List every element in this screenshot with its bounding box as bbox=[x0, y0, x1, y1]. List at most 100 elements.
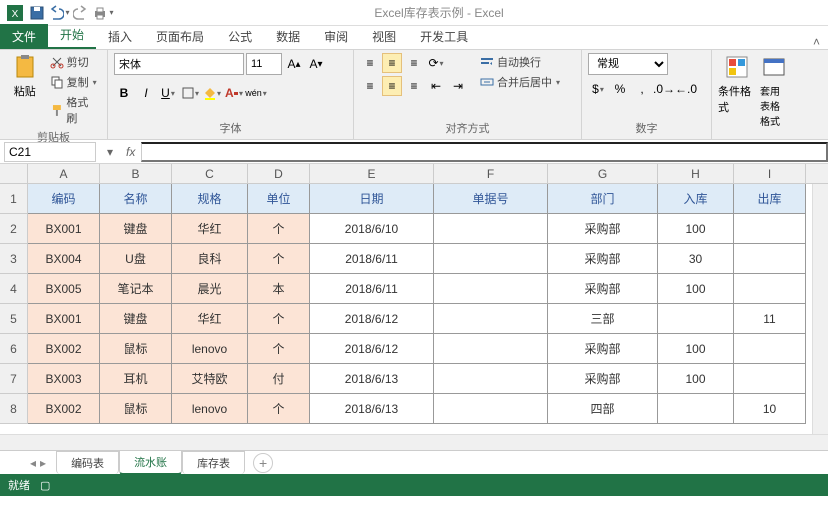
cell[interactable] bbox=[734, 364, 806, 394]
cell[interactable]: 10 bbox=[734, 394, 806, 424]
row-header[interactable]: 6 bbox=[0, 334, 28, 364]
cell[interactable] bbox=[734, 274, 806, 304]
cell[interactable]: 四部 bbox=[548, 394, 658, 424]
orientation-icon[interactable]: ⟳▾ bbox=[426, 53, 446, 73]
align-bottom-icon[interactable]: ≡ bbox=[404, 53, 424, 73]
tab-formulas[interactable]: 公式 bbox=[216, 24, 264, 49]
add-sheet-button[interactable]: + bbox=[253, 453, 273, 473]
cell[interactable]: 2018/6/12 bbox=[310, 334, 434, 364]
cell[interactable] bbox=[434, 274, 548, 304]
cell[interactable]: 键盘 bbox=[100, 214, 172, 244]
cell[interactable]: BX004 bbox=[28, 244, 100, 274]
redo-icon[interactable] bbox=[70, 2, 92, 24]
cell[interactable]: 100 bbox=[658, 334, 734, 364]
cell[interactable]: 良科 bbox=[172, 244, 248, 274]
cell[interactable]: BX001 bbox=[28, 304, 100, 334]
format-table-button[interactable]: 套用表格格式 bbox=[760, 53, 788, 128]
tab-review[interactable]: 审阅 bbox=[312, 24, 360, 49]
col-header-B[interactable]: B bbox=[100, 164, 172, 183]
sheet-tab-0[interactable]: 编码表 bbox=[56, 451, 119, 474]
cell[interactable] bbox=[434, 304, 548, 334]
cell[interactable]: lenovo bbox=[172, 334, 248, 364]
cell[interactable] bbox=[734, 334, 806, 364]
merge-center-button[interactable]: 合并后居中▾ bbox=[478, 73, 562, 91]
cell[interactable]: 采购部 bbox=[548, 274, 658, 304]
cell[interactable]: 2018/6/13 bbox=[310, 394, 434, 424]
tab-data[interactable]: 数据 bbox=[264, 24, 312, 49]
font-name-combo[interactable] bbox=[114, 53, 244, 75]
cell[interactable]: 个 bbox=[248, 244, 310, 274]
comma-icon[interactable]: , bbox=[632, 79, 652, 99]
cell[interactable]: 个 bbox=[248, 214, 310, 244]
row-header[interactable]: 8 bbox=[0, 394, 28, 424]
cell[interactable] bbox=[734, 244, 806, 274]
formula-bar[interactable] bbox=[141, 142, 828, 162]
cell[interactable] bbox=[658, 304, 734, 334]
cell[interactable] bbox=[434, 244, 548, 274]
cell[interactable]: 华红 bbox=[172, 214, 248, 244]
row-header[interactable]: 5 bbox=[0, 304, 28, 334]
row-header[interactable]: 3 bbox=[0, 244, 28, 274]
cell[interactable] bbox=[434, 214, 548, 244]
cell[interactable]: lenovo bbox=[172, 394, 248, 424]
font-size-combo[interactable] bbox=[246, 53, 282, 75]
cell[interactable]: 华红 bbox=[172, 304, 248, 334]
excel-icon[interactable]: X bbox=[4, 2, 26, 24]
horizontal-scrollbar[interactable] bbox=[0, 434, 828, 450]
cell[interactable]: U盘 bbox=[100, 244, 172, 274]
cell[interactable]: 单据号 bbox=[434, 184, 548, 214]
format-painter-button[interactable]: 格式刷 bbox=[48, 93, 101, 127]
col-header-F[interactable]: F bbox=[434, 164, 548, 183]
percent-icon[interactable]: % bbox=[610, 79, 630, 99]
sheet-nav-last-icon[interactable]: ▸ bbox=[40, 456, 46, 470]
decrease-font-icon[interactable]: A▾ bbox=[306, 54, 326, 74]
cell[interactable]: 2018/6/11 bbox=[310, 274, 434, 304]
cell[interactable]: 个 bbox=[248, 334, 310, 364]
align-top-icon[interactable]: ≡ bbox=[360, 53, 380, 73]
paste-button[interactable]: 粘贴 bbox=[6, 53, 44, 99]
cell[interactable]: 2018/6/10 bbox=[310, 214, 434, 244]
row-header[interactable]: 2 bbox=[0, 214, 28, 244]
col-header-A[interactable]: A bbox=[28, 164, 100, 183]
cell[interactable]: 30 bbox=[658, 244, 734, 274]
align-right-icon[interactable]: ≡ bbox=[404, 76, 424, 96]
collapse-ribbon-icon[interactable]: ˄ bbox=[805, 35, 828, 49]
cell[interactable]: 出库 bbox=[734, 184, 806, 214]
col-header-G[interactable]: G bbox=[548, 164, 658, 183]
col-header-I[interactable]: I bbox=[734, 164, 806, 183]
cell[interactable]: 11 bbox=[734, 304, 806, 334]
cell[interactable]: 键盘 bbox=[100, 304, 172, 334]
tab-home[interactable]: 开始 bbox=[48, 22, 96, 49]
cell[interactable]: 本 bbox=[248, 274, 310, 304]
align-middle-icon[interactable]: ≡ bbox=[382, 53, 402, 73]
cell[interactable]: 个 bbox=[248, 304, 310, 334]
col-header-H[interactable]: H bbox=[658, 164, 734, 183]
name-box[interactable] bbox=[4, 142, 96, 162]
border-button[interactable]: ▾ bbox=[180, 83, 200, 103]
bold-button[interactable]: B bbox=[114, 83, 134, 103]
quickprint-icon[interactable]: ▾ bbox=[92, 2, 114, 24]
number-format-combo[interactable]: 常规 bbox=[588, 53, 668, 75]
cell[interactable]: 付 bbox=[248, 364, 310, 394]
cell[interactable]: 2018/6/12 bbox=[310, 304, 434, 334]
sheet-tab-2[interactable]: 库存表 bbox=[182, 451, 245, 474]
cell[interactable]: 采购部 bbox=[548, 334, 658, 364]
cell[interactable]: BX001 bbox=[28, 214, 100, 244]
align-center-icon[interactable]: ≡ bbox=[382, 76, 402, 96]
cell[interactable]: 笔记本 bbox=[100, 274, 172, 304]
copy-button[interactable]: 复制▾ bbox=[48, 73, 101, 91]
underline-button[interactable]: U▾ bbox=[158, 83, 178, 103]
cell[interactable]: 个 bbox=[248, 394, 310, 424]
cell[interactable]: 采购部 bbox=[548, 364, 658, 394]
vertical-scrollbar[interactable] bbox=[812, 184, 828, 434]
tab-layout[interactable]: 页面布局 bbox=[144, 24, 216, 49]
namebox-dropdown-icon[interactable]: ▾ bbox=[100, 145, 120, 159]
currency-icon[interactable]: $▾ bbox=[588, 79, 608, 99]
cell[interactable]: 100 bbox=[658, 364, 734, 394]
col-header-E[interactable]: E bbox=[310, 164, 434, 183]
cell[interactable]: BX002 bbox=[28, 394, 100, 424]
cell[interactable]: 采购部 bbox=[548, 214, 658, 244]
cell[interactable]: 单位 bbox=[248, 184, 310, 214]
cell[interactable]: 编码 bbox=[28, 184, 100, 214]
cell[interactable]: 三部 bbox=[548, 304, 658, 334]
